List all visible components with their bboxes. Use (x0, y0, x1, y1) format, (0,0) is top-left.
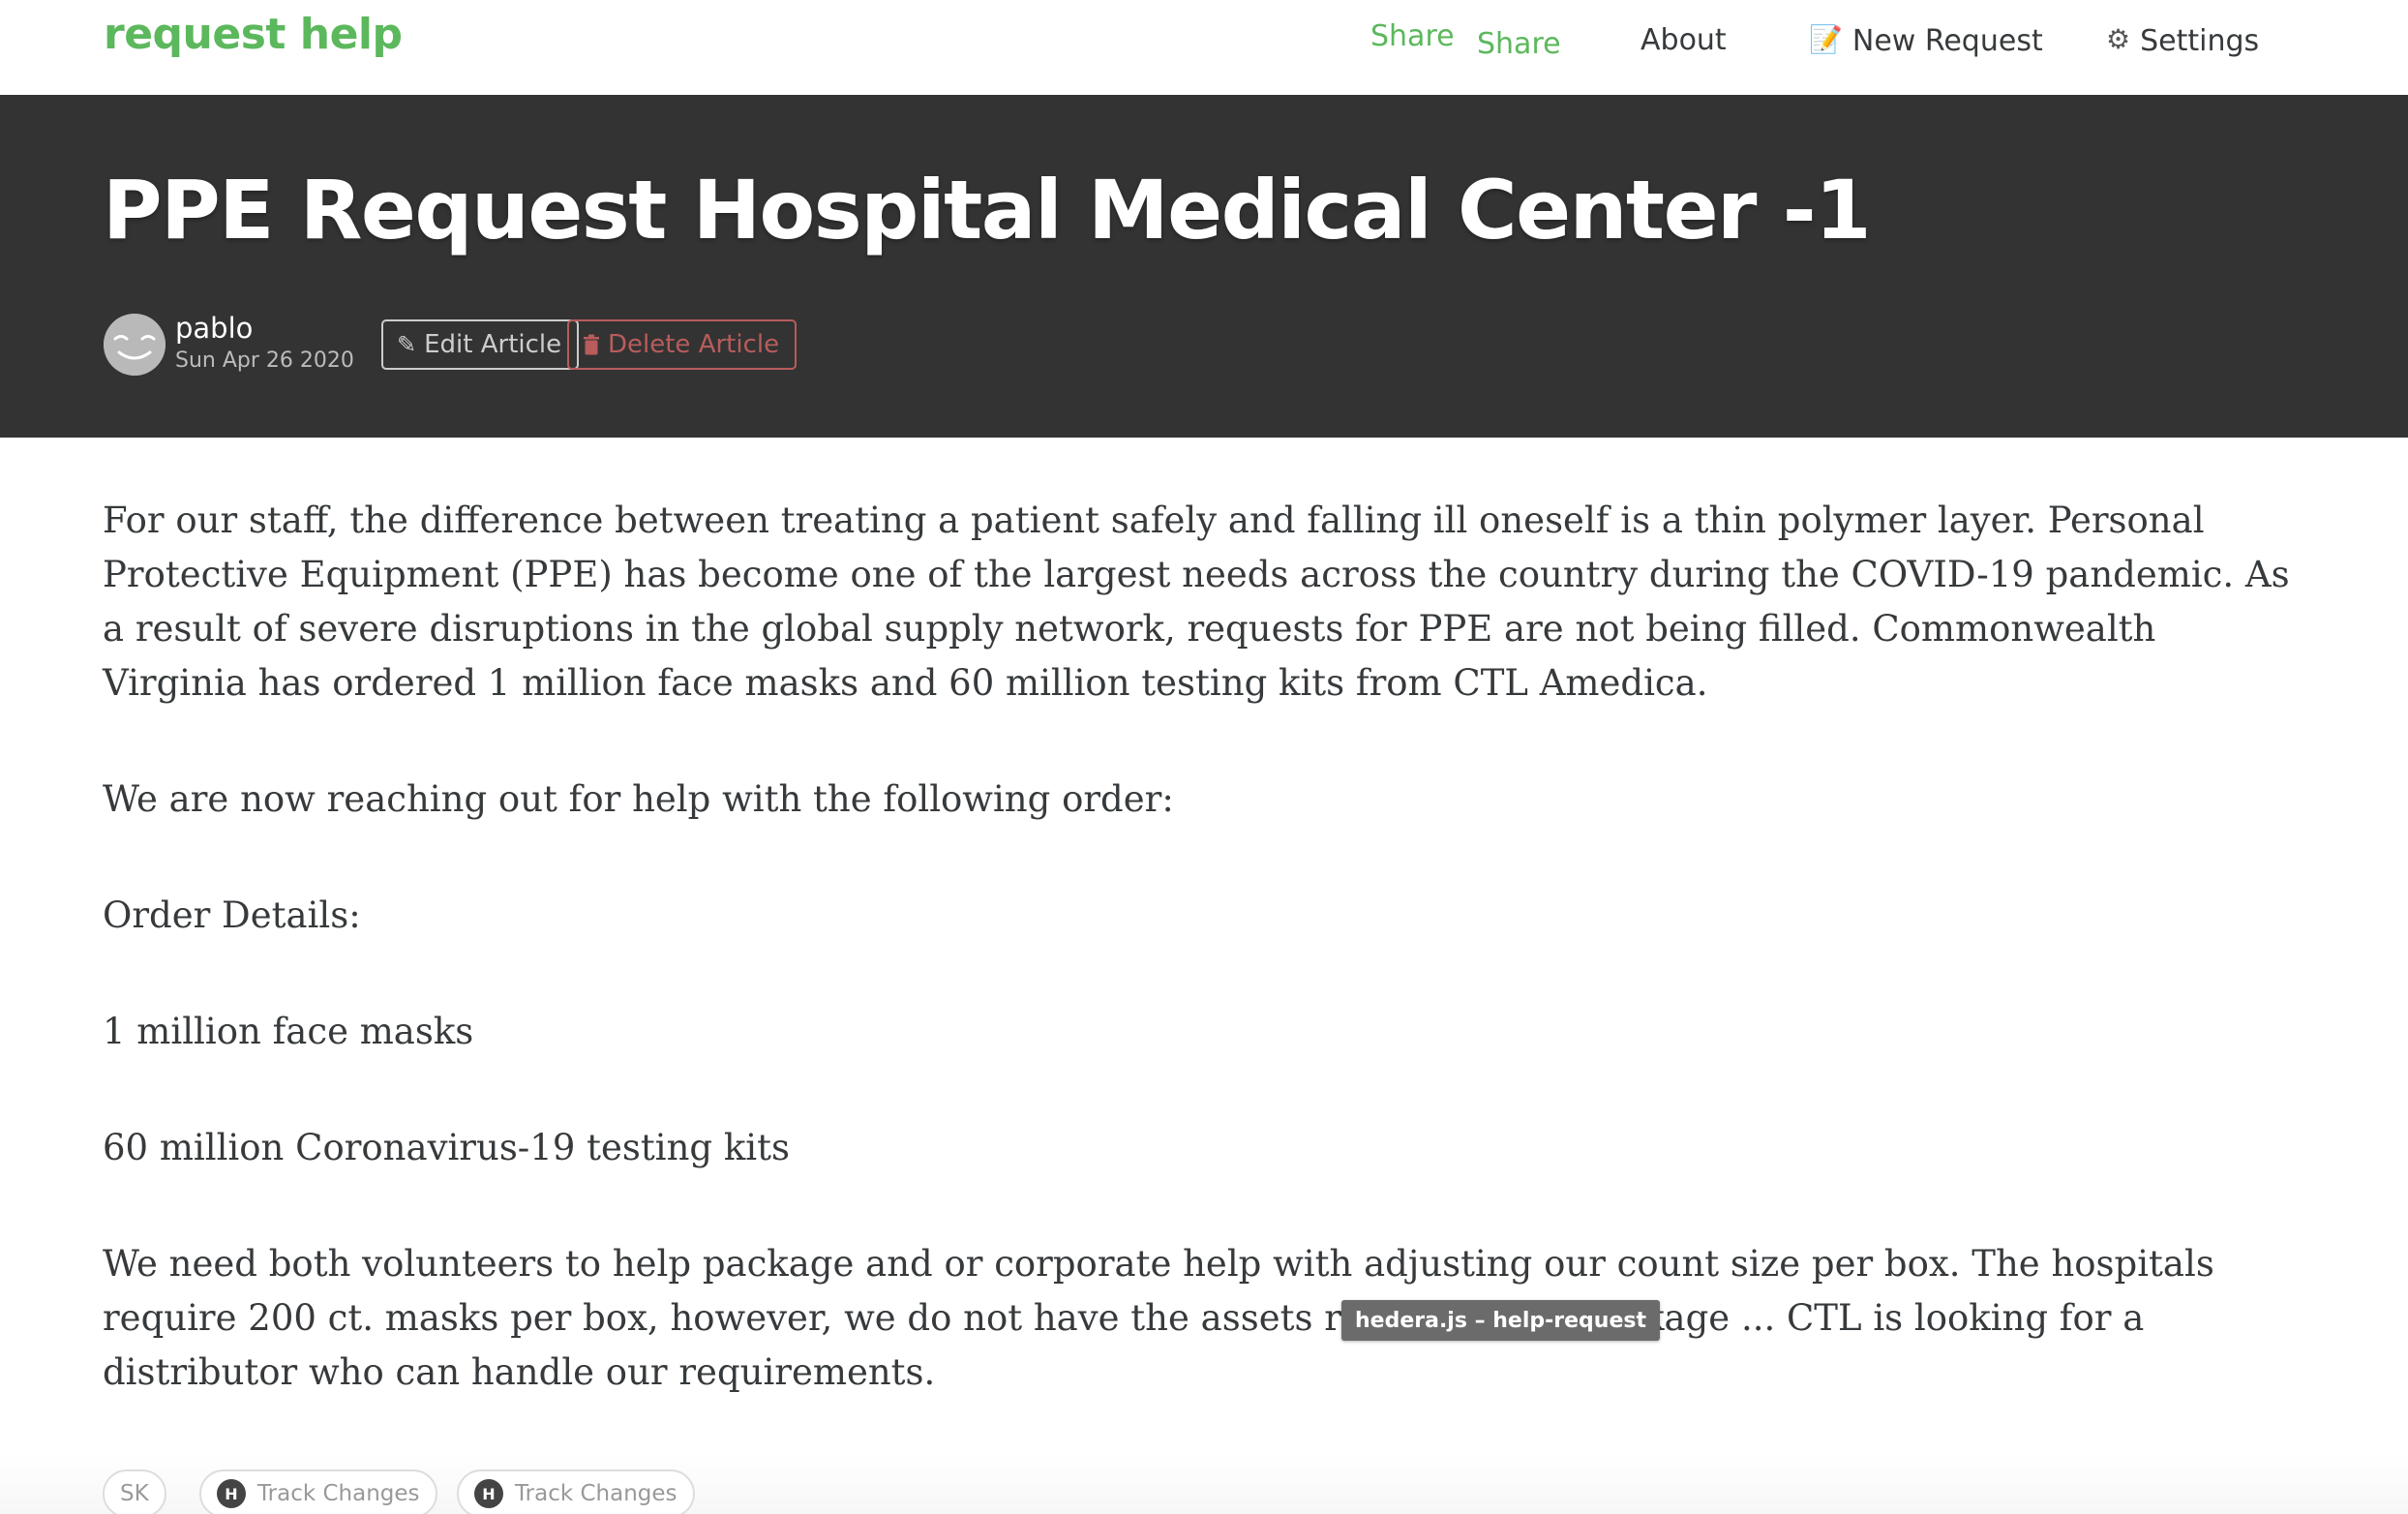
tag-sk[interactable]: SK (103, 1469, 166, 1514)
article-paragraph: For our staff, the difference between tr… (103, 500, 2290, 704)
tag-track-changes[interactable]: H Track Changes (199, 1469, 437, 1514)
article-date: Sun Apr 26 2020 (175, 348, 354, 373)
nav-new-request-label: New Request (1851, 24, 2043, 58)
hedera-badge-icon: H (474, 1479, 503, 1508)
delete-article-button[interactable]: Delete Article (567, 319, 798, 370)
share-link-secondary[interactable]: Share (1477, 27, 1561, 61)
page-title: PPE Request Hospital Medical Center -1 (103, 163, 1872, 257)
article-paragraph: 1 million face masks (103, 1011, 474, 1052)
hedera-badge-icon: H (217, 1479, 246, 1508)
share-link[interactable]: Share (1370, 19, 1455, 53)
window-title-tooltip: hedera.js – help-request (1341, 1300, 1660, 1341)
tag-label: Track Changes (515, 1481, 677, 1506)
navbar: request help Share Share About 📝 New Requ… (0, 0, 2408, 95)
nav-new-request-link[interactable]: 📝 New Request (1809, 23, 2043, 58)
article-paragraph: We are now reaching out for help with th… (103, 778, 1174, 820)
avatar[interactable] (104, 314, 166, 376)
article-paragraph: 60 million Coronavirus-19 testing kits (103, 1127, 790, 1168)
author-name-link[interactable]: pablo (175, 312, 253, 345)
smiley-avatar-icon (104, 314, 166, 376)
nav-about-link[interactable]: About (1640, 23, 1727, 57)
gear-icon: ⚙ (2106, 23, 2131, 55)
brand-logo-link[interactable]: request help (104, 10, 403, 59)
article-banner: PPE Request Hospital Medical Center -1 p… (0, 95, 2408, 438)
delete-article-label: Delete Article (608, 330, 780, 359)
trash-icon (583, 334, 600, 355)
article-paragraph: Order Details: (103, 894, 361, 936)
article-body: For our staff, the difference between tr… (103, 494, 2309, 1462)
tag-track-changes[interactable]: H Track Changes (457, 1469, 695, 1514)
nav-settings-link[interactable]: ⚙ Settings (2106, 23, 2259, 58)
edit-article-button[interactable]: ✎ Edit Article (381, 319, 580, 370)
nav-settings-label: Settings (2140, 24, 2260, 58)
article-paragraph: We need both volunteers to help package … (103, 1243, 2214, 1393)
memo-pencil-icon: 📝 (1809, 23, 1843, 55)
pencil-icon: ✎ (397, 331, 417, 358)
tag-label: Track Changes (257, 1481, 420, 1506)
edit-article-label: Edit Article (424, 330, 562, 359)
